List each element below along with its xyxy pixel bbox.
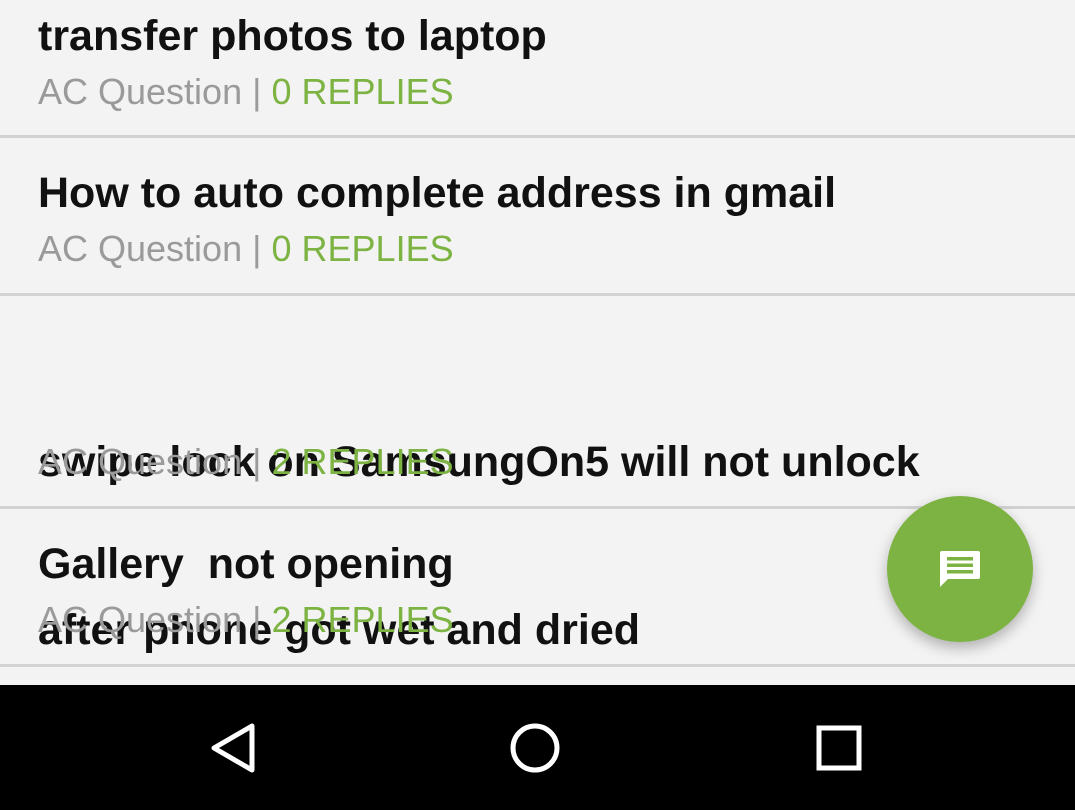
replies-count: 2 REPLIES [271, 441, 454, 482]
new-question-fab[interactable] [887, 496, 1033, 642]
replies-count: 0 REPLIES [271, 71, 454, 112]
list-item[interactable]: How to auto complete address in gmail AC… [0, 138, 1075, 296]
question-category: AC Question [38, 228, 243, 269]
back-triangle-icon [202, 718, 262, 778]
question-title: How to auto complete address in gmail [38, 169, 837, 217]
recents-button[interactable] [797, 706, 881, 790]
chat-bubble-icon [938, 549, 982, 589]
replies-count: 2 REPLIES [271, 599, 454, 640]
system-navigation-bar [0, 685, 1075, 810]
meta-separator: | [252, 228, 262, 269]
question-category: AC Question [38, 599, 243, 640]
question-meta: AC Question | 0 REPLIES [38, 227, 454, 271]
question-meta: AC Question | 2 REPLIES [38, 440, 454, 484]
home-button[interactable] [493, 706, 577, 790]
list-item[interactable]: transfer photos to laptop AC Question | … [0, 0, 1075, 138]
question-title: Gallery not opening [38, 540, 454, 588]
home-circle-icon [505, 718, 565, 778]
replies-count: 0 REPLIES [271, 228, 454, 269]
question-meta: AC Question | 0 REPLIES [38, 70, 454, 114]
screen: transfer photos to laptop AC Question | … [0, 0, 1075, 810]
question-meta: AC Question | 2 REPLIES [38, 598, 454, 642]
meta-separator: | [252, 599, 262, 640]
meta-separator: | [252, 71, 262, 112]
question-category: AC Question [38, 71, 243, 112]
back-button[interactable] [190, 706, 274, 790]
list-item[interactable]: swipe lock on SamsungOn5 will not unlock… [0, 296, 1075, 654]
recents-square-icon [809, 718, 869, 778]
question-category: AC Question [38, 441, 243, 482]
question-title: transfer photos to laptop [38, 12, 547, 60]
meta-separator: | [252, 441, 262, 482]
